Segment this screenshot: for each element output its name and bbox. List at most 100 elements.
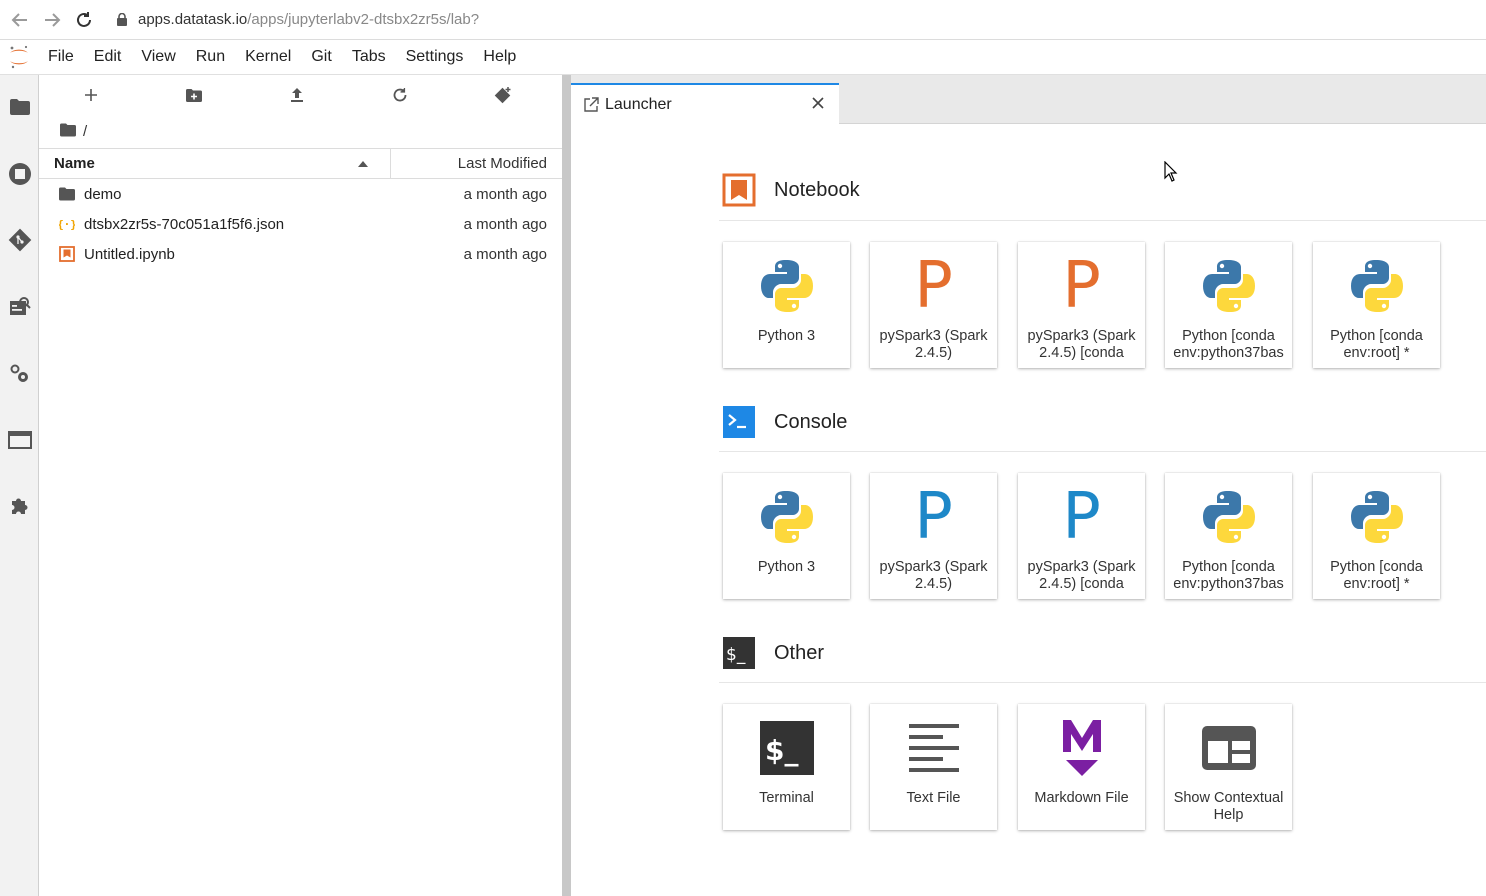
pyspark-icon: P [914, 249, 953, 323]
card-label: Show Contextual Help [1173, 790, 1284, 823]
section-divider [719, 682, 1486, 683]
other-section-icon: $_ [722, 636, 756, 670]
menu-tabs[interactable]: Tabs [352, 48, 386, 66]
notebook-file-icon [39, 246, 84, 262]
notebook-section-icon [722, 173, 756, 207]
svg-text:$_: $_ [726, 645, 746, 665]
panel-splitter[interactable] [562, 75, 571, 896]
text-file-icon [870, 716, 997, 780]
contextual-help-icon [1165, 716, 1292, 780]
notebook-card-python3[interactable]: Python 3 [723, 242, 850, 368]
terminal-icon: $_ [723, 716, 850, 780]
other-card-markdown-file[interactable]: Markdown File [1018, 704, 1145, 830]
card-label: Python [conda env:python37bas [1173, 559, 1284, 592]
file-row[interactable]: {·} dtsbx2zr5s-70c051a1f5f6.json a month… [39, 209, 562, 239]
folder-icon [39, 187, 84, 201]
back-button[interactable] [4, 4, 36, 36]
notebook-card-python37base[interactable]: Python [conda env:python37bas [1165, 242, 1292, 368]
url-host: apps.datatask.io [138, 11, 248, 28]
git-clone-icon [494, 87, 510, 104]
menu-settings[interactable]: Settings [406, 48, 464, 66]
menu-file[interactable]: File [48, 48, 74, 66]
reload-icon [77, 11, 91, 27]
git-icon[interactable] [0, 220, 39, 260]
python-icon [1313, 254, 1440, 318]
address-bar[interactable]: apps.datatask.io/apps/jupyterlabv2-dtsbx… [114, 11, 479, 28]
python-icon [723, 485, 850, 549]
file-name: demo [84, 185, 122, 203]
pyspark-icon: P [914, 480, 953, 554]
file-row[interactable]: Untitled.ipynb a month ago [39, 239, 562, 269]
card-label: pySpark3 (Spark 2.4.5) [879, 559, 988, 592]
menu-kernel[interactable]: Kernel [245, 48, 291, 66]
console-card-python-root[interactable]: Python [conda env:root] * [1313, 473, 1440, 599]
section-divider [719, 451, 1486, 452]
forward-button[interactable] [36, 4, 68, 36]
breadcrumb-root[interactable]: / [83, 123, 87, 140]
file-browser: / Name Last Modified demo a month ago {·… [39, 75, 562, 896]
extension-manager-icon[interactable] [0, 486, 39, 526]
url-path: /apps/jupyterlabv2-dtsbx2zr5s/lab? [247, 11, 480, 28]
python-icon [1165, 485, 1292, 549]
column-modified-header[interactable]: Last Modified [391, 155, 562, 172]
menu-run[interactable]: Run [196, 48, 225, 66]
property-inspector-icon[interactable] [0, 287, 39, 327]
file-modified: a month ago [463, 185, 547, 203]
notebook-card-python-root[interactable]: Python [conda env:root] * [1313, 242, 1440, 368]
menu-view[interactable]: View [141, 48, 175, 66]
file-list-header: Name Last Modified [39, 148, 562, 179]
upload-button[interactable] [245, 75, 348, 115]
file-browser-toolbar [39, 75, 562, 115]
other-card-text-file[interactable]: Text File [870, 704, 997, 830]
file-row[interactable]: demo a month ago [39, 179, 562, 209]
console-card-pyspark3-conda[interactable]: P pySpark3 (Spark 2.4.5) [conda [1018, 473, 1145, 599]
refresh-button[interactable] [348, 75, 451, 115]
plus-icon [84, 89, 97, 101]
svg-text:{·}: {·} [59, 218, 75, 231]
card-label: Text File [906, 790, 961, 806]
running-icon[interactable] [0, 154, 39, 194]
file-name: dtsbx2zr5s-70c051a1f5f6.json [84, 215, 285, 233]
menu-help[interactable]: Help [483, 48, 516, 66]
file-name: Untitled.ipynb [84, 245, 175, 263]
new-launcher-button[interactable] [39, 75, 142, 115]
jupyter-logo-icon [0, 40, 38, 75]
reload-button[interactable] [68, 4, 100, 36]
section-title: Console [774, 410, 848, 433]
new-folder-button[interactable] [142, 75, 245, 115]
console-card-python3[interactable]: Python 3 [723, 473, 850, 599]
card-label: Terminal [759, 790, 814, 806]
pyspark-icon: P [1062, 480, 1101, 554]
file-modified: a month ago [463, 245, 547, 263]
notebook-card-pyspark3-conda[interactable]: P pySpark3 (Spark 2.4.5) [conda [1018, 242, 1145, 368]
other-card-terminal[interactable]: $_ Terminal [723, 704, 850, 830]
folder-icon[interactable] [0, 87, 39, 127]
console-section-icon [722, 405, 756, 439]
svg-text:$_: $_ [765, 734, 798, 767]
menu-edit[interactable]: Edit [94, 48, 122, 66]
left-sidebar [0, 75, 39, 896]
column-name-header[interactable]: Name [39, 149, 391, 178]
python-icon [1313, 485, 1440, 549]
notebook-card-pyspark3[interactable]: P pySpark3 (Spark 2.4.5) [870, 242, 997, 368]
git-clone-button[interactable] [451, 75, 554, 115]
section-title: Notebook [774, 178, 860, 201]
console-card-pyspark3[interactable]: P pySpark3 (Spark 2.4.5) [870, 473, 997, 599]
tabs-icon[interactable] [0, 420, 39, 460]
console-card-python37base[interactable]: Python [conda env:python37bas [1165, 473, 1292, 599]
tab-launcher[interactable]: Launcher [571, 83, 839, 124]
new-folder-icon [185, 88, 202, 102]
card-label: pySpark3 (Spark 2.4.5) [conda [1027, 328, 1136, 361]
python-icon [723, 254, 850, 318]
card-label: Python 3 [757, 328, 816, 344]
card-label: Markdown File [1034, 790, 1129, 806]
folder-icon[interactable] [59, 123, 77, 141]
extensions-settings-icon[interactable] [0, 354, 39, 394]
menu-git[interactable]: Git [311, 48, 331, 66]
close-icon[interactable] [809, 94, 827, 112]
lock-icon [114, 12, 130, 28]
card-label: Python [conda env:root] * [1330, 559, 1423, 592]
other-card-contextual-help[interactable]: Show Contextual Help [1165, 704, 1292, 830]
card-label: Python 3 [757, 559, 816, 575]
file-modified: a month ago [463, 215, 547, 233]
